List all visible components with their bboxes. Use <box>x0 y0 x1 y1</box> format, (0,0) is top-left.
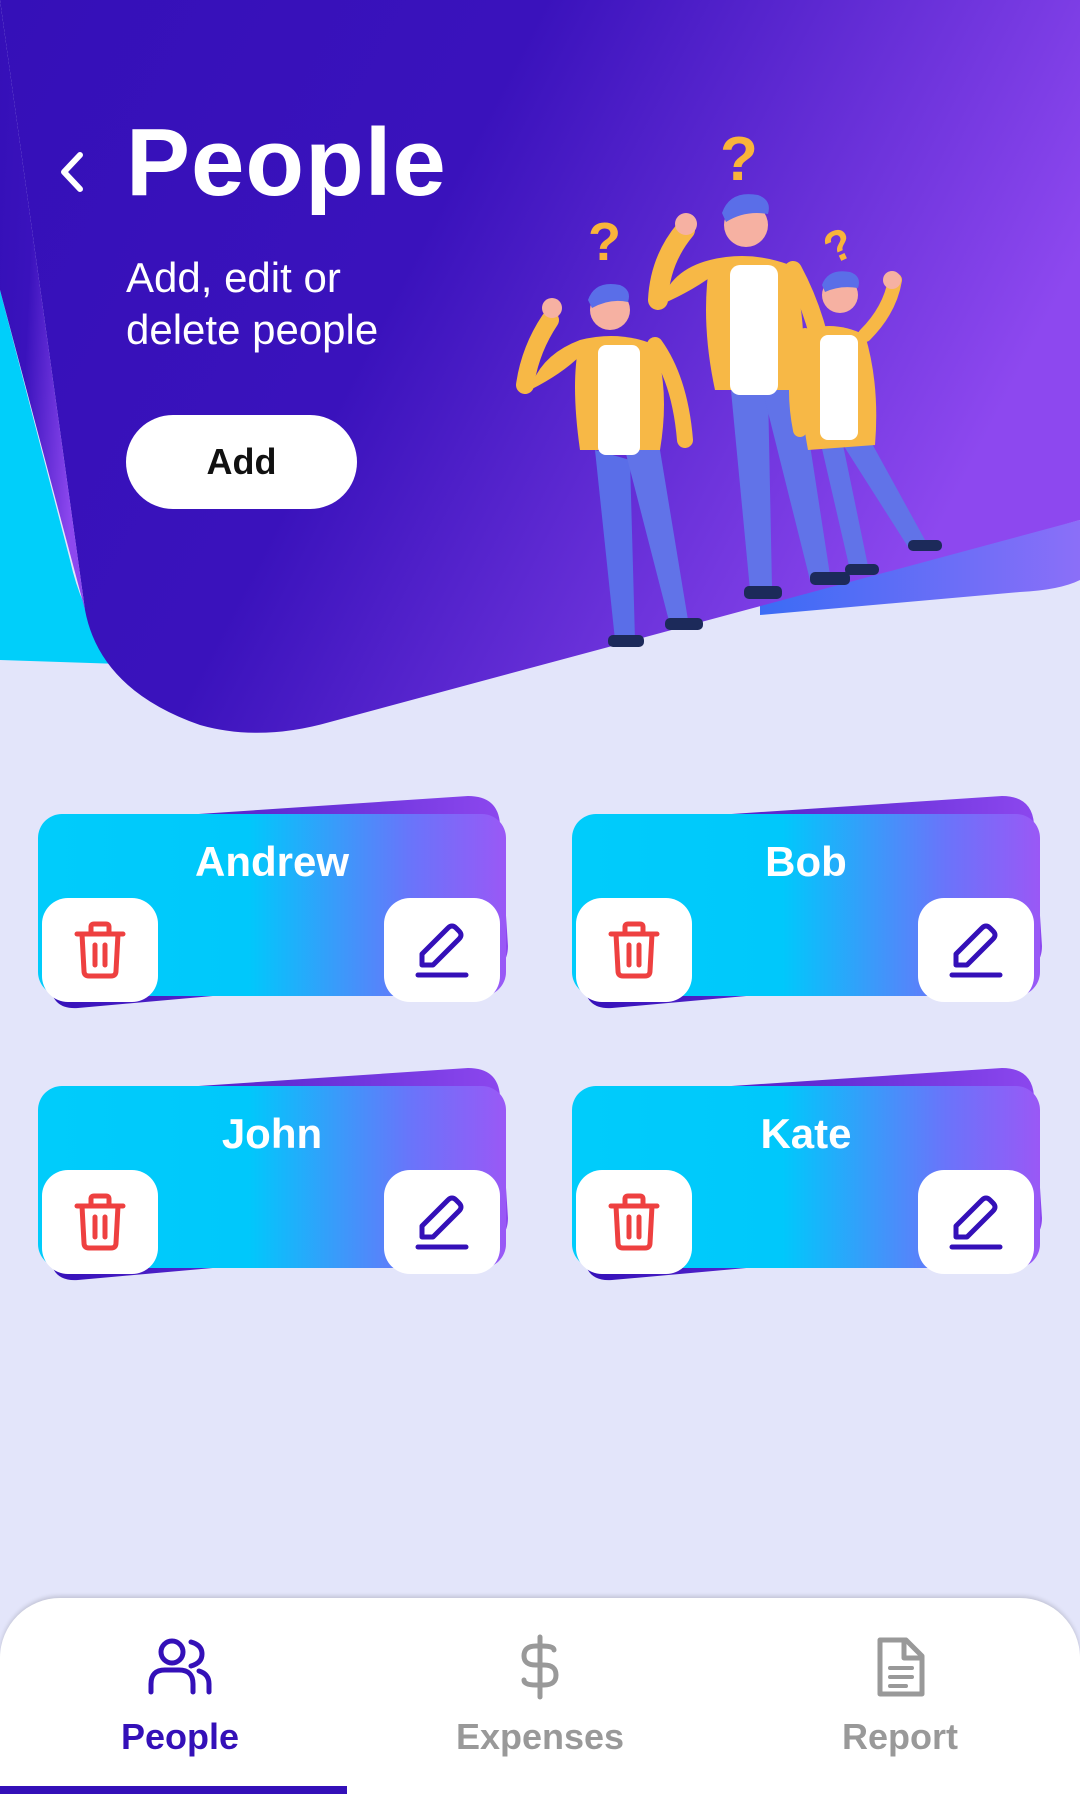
person-left-figure: ? <box>516 212 703 647</box>
bottom-navigation: People Expenses Report <box>0 1598 1080 1794</box>
pencil-edit-icon <box>415 923 469 978</box>
confused-people-illustration: ? ? ? <box>516 125 942 647</box>
person-name: Kate <box>760 1110 852 1157</box>
person-card: Kate <box>572 1068 1042 1298</box>
people-icon <box>145 1632 215 1702</box>
delete-person-button[interactable] <box>576 898 692 1002</box>
edit-person-button[interactable] <box>384 1170 500 1274</box>
delete-person-button[interactable] <box>42 898 158 1002</box>
trash-icon <box>74 1193 126 1251</box>
report-document-icon <box>874 1632 926 1702</box>
svg-text:?: ? <box>588 212 621 272</box>
edit-person-button[interactable] <box>918 898 1034 1002</box>
back-button[interactable] <box>40 140 104 204</box>
nav-label-people: People <box>120 1716 240 1757</box>
nav-tab-report[interactable]: Report <box>720 1598 1080 1794</box>
add-button[interactable]: Add <box>126 415 357 509</box>
person-card: Andrew <box>38 796 508 1026</box>
trash-icon <box>74 921 126 979</box>
person-name: John <box>221 1110 323 1157</box>
chevron-left-icon <box>61 152 83 192</box>
delete-person-button[interactable] <box>576 1170 692 1274</box>
svg-text:?: ? <box>816 218 861 274</box>
person-name: Bob <box>765 838 847 885</box>
edit-person-button[interactable] <box>384 898 500 1002</box>
pencil-edit-icon <box>949 1195 1003 1250</box>
dollar-icon <box>518 1632 562 1702</box>
trash-icon <box>608 921 660 979</box>
pencil-edit-icon <box>949 923 1003 978</box>
nav-label-expenses: Expenses <box>455 1716 625 1757</box>
svg-text:?: ? <box>720 125 758 194</box>
nav-tab-expenses[interactable]: Expenses <box>360 1598 720 1794</box>
person-name: Andrew <box>194 838 349 885</box>
header: People Add, edit or delete people Add ? <box>0 0 1080 760</box>
people-screen: People Add, edit or delete people Add ? <box>0 0 1080 1794</box>
active-tab-indicator <box>0 1786 347 1794</box>
page-title: People <box>126 109 447 216</box>
person-card: Bob <box>572 796 1042 1026</box>
nav-label-report: Report <box>842 1716 958 1757</box>
edit-person-button[interactable] <box>918 1170 1034 1274</box>
person-card: John <box>38 1068 508 1298</box>
page-subtitle: Add, edit or delete people <box>126 254 379 353</box>
pencil-edit-icon <box>415 1195 469 1250</box>
trash-icon <box>608 1193 660 1251</box>
delete-person-button[interactable] <box>42 1170 158 1274</box>
nav-tab-people[interactable]: People <box>0 1598 360 1794</box>
